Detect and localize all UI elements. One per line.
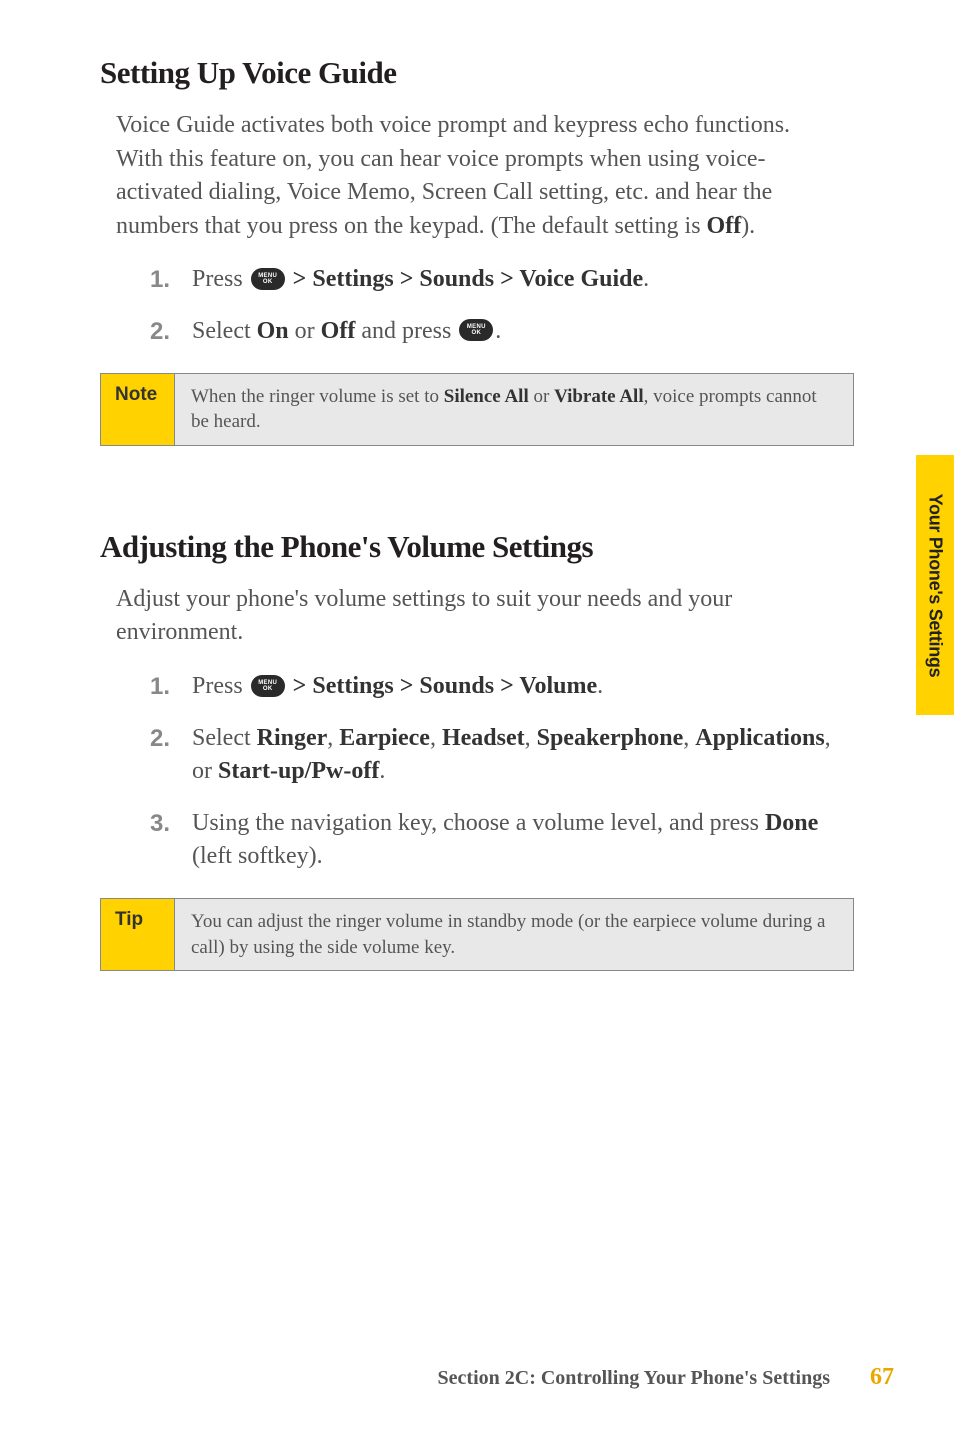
page-footer: Section 2C: Controlling Your Phone's Set… <box>438 1364 894 1391</box>
note-callout: Note When the ringer volume is set to Si… <box>100 373 854 446</box>
side-tab: Your Phone's Settings <box>916 455 954 715</box>
step-prefix: Press <box>192 673 249 699</box>
menu-ok-icon <box>251 675 285 697</box>
step-text: Press > Settings > Sounds > Voice Guide. <box>192 263 649 297</box>
menu-ok-icon <box>459 319 493 341</box>
ringer-label: Ringer <box>257 725 328 751</box>
note-text: When the ringer volume is set to <box>191 386 444 407</box>
section2-intro: Adjust your phone's volume settings to s… <box>116 583 834 650</box>
tip-content: You can adjust the ringer volume in stan… <box>175 899 853 970</box>
step-prefix: Press <box>192 266 249 292</box>
section1-intro-text: Voice Guide activates both voice prompt … <box>116 112 790 239</box>
comma: , <box>525 725 537 751</box>
footer-section: Section 2C: Controlling Your Phone's Set… <box>438 1367 830 1390</box>
step-text: Press > Settings > Sounds > Volume. <box>192 670 603 704</box>
step-text: Select Ringer, Earpiece, Headset, Speake… <box>192 722 834 789</box>
step-item: 2. Select On or Off and press . <box>150 315 834 349</box>
section2-title: Adjusting the Phone's Volume Settings <box>100 529 834 565</box>
headset-label: Headset <box>442 725 525 751</box>
step-item: 1. Press > Settings > Sounds > Voice Gui… <box>150 263 834 297</box>
tip-callout: Tip You can adjust the ringer volume in … <box>100 898 854 971</box>
step-number: 2. <box>150 315 192 349</box>
note-content: When the ringer volume is set to Silence… <box>175 374 853 445</box>
section1-intro: Voice Guide activates both voice prompt … <box>116 109 834 243</box>
section1-steps: 1. Press > Settings > Sounds > Voice Gui… <box>150 263 834 348</box>
step-number: 3. <box>150 807 192 874</box>
note-label: Note <box>101 374 175 445</box>
step-text: Select On or Off and press . <box>192 315 501 349</box>
step-suffix: . <box>379 758 385 784</box>
step-mid2: and press <box>355 318 457 344</box>
side-tab-label: Your Phone's Settings <box>925 493 946 677</box>
step-prefix: Select <box>192 725 257 751</box>
step-number: 1. <box>150 263 192 297</box>
step-item: 3. Using the navigation key, choose a vo… <box>150 807 834 874</box>
step-item: 2. Select Ringer, Earpiece, Headset, Spe… <box>150 722 834 789</box>
comma: , <box>683 725 695 751</box>
speakerphone-label: Speakerphone <box>537 725 684 751</box>
section1-intro-text-end: ). <box>741 213 755 239</box>
silence-all-label: Silence All <box>444 386 529 407</box>
step-item: 1. Press > Settings > Sounds > Volume. <box>150 670 834 704</box>
page-number: 67 <box>870 1364 894 1391</box>
done-label: Done <box>765 810 818 836</box>
earpiece-label: Earpiece <box>339 725 430 751</box>
vibrate-all-label: Vibrate All <box>554 386 644 407</box>
step-number: 2. <box>150 722 192 789</box>
tip-label: Tip <box>101 899 175 970</box>
applications-label: Applications <box>695 725 824 751</box>
step-path: > Settings > Sounds > Volume <box>287 673 597 699</box>
on-label: On <box>257 318 289 344</box>
step-prefix: Using the navigation key, choose a volum… <box>192 810 765 836</box>
comma: , <box>327 725 339 751</box>
step-suffix: (left softkey). <box>192 843 323 869</box>
step-suffix: . <box>643 266 649 292</box>
section1-title: Setting Up Voice Guide <box>100 55 834 91</box>
step-text: Using the navigation key, choose a volum… <box>192 807 834 874</box>
off-label: Off <box>321 318 356 344</box>
comma: , <box>430 725 442 751</box>
step-mid: or <box>289 318 321 344</box>
step-prefix: Select <box>192 318 257 344</box>
startup-label: Start-up/Pw-off <box>218 758 379 784</box>
step-suffix: . <box>597 673 603 699</box>
section2-steps: 1. Press > Settings > Sounds > Volume. 2… <box>150 670 834 874</box>
menu-ok-icon <box>251 268 285 290</box>
step-number: 1. <box>150 670 192 704</box>
note-mid: or <box>529 386 554 407</box>
step-suffix: . <box>495 318 501 344</box>
off-label: Off <box>707 213 742 239</box>
step-path: > Settings > Sounds > Voice Guide <box>287 266 643 292</box>
